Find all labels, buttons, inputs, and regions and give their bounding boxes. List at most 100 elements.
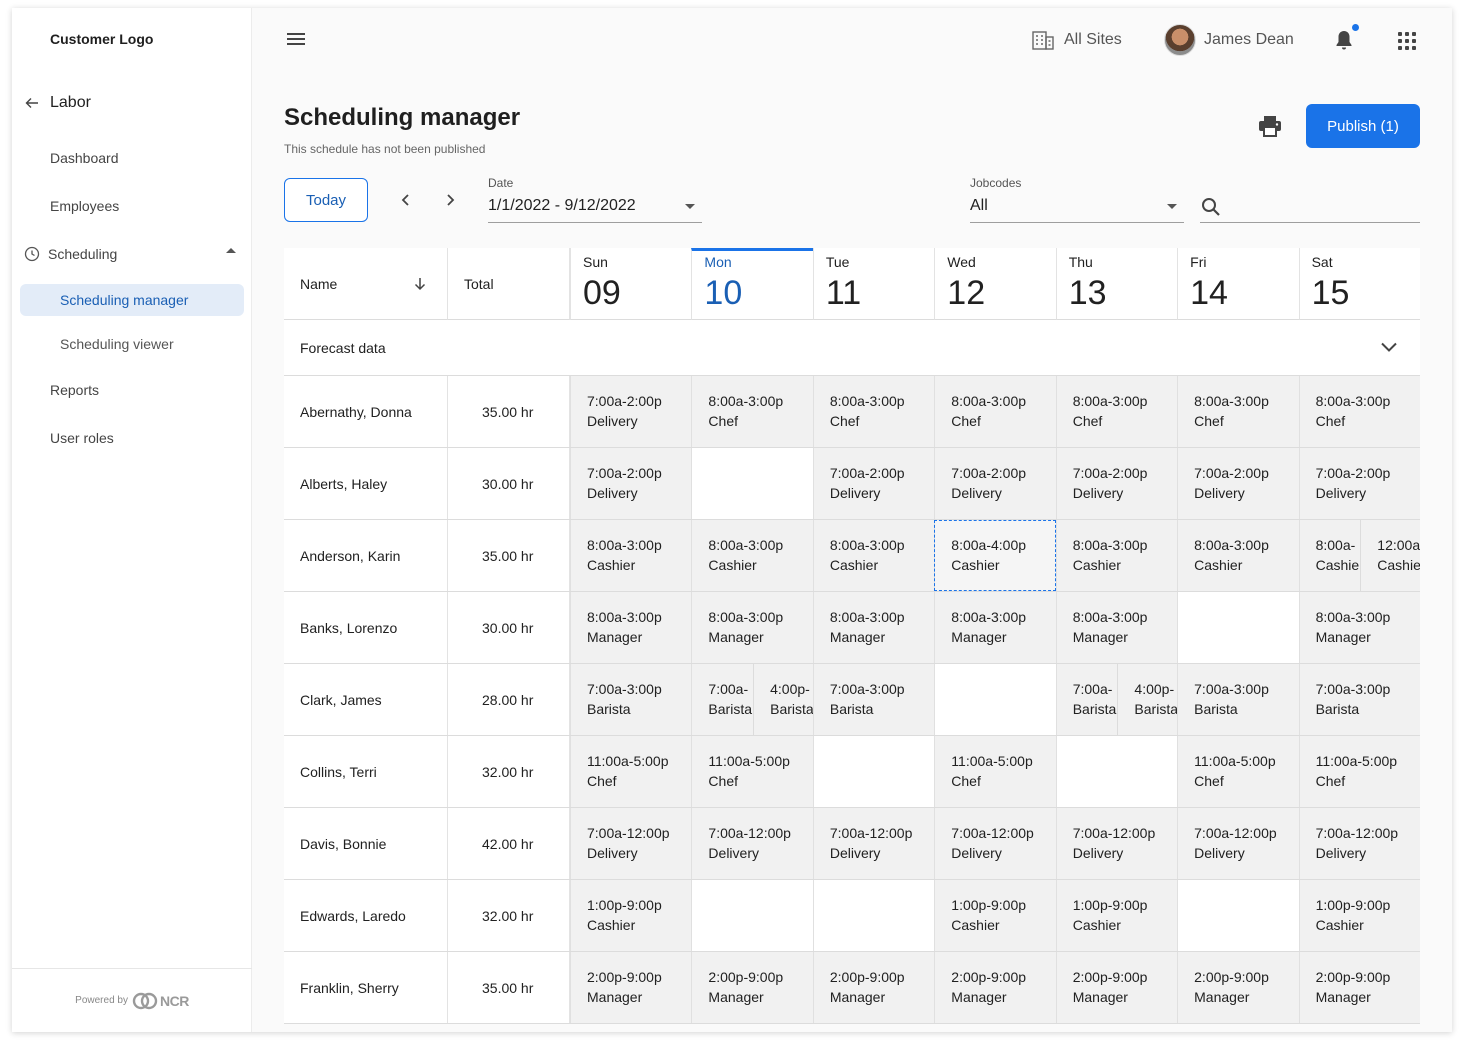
nav-scheduling-group[interactable]: Scheduling (24, 244, 244, 264)
empty-shift-cell[interactable] (1055, 736, 1178, 807)
empty-shift-cell[interactable] (812, 736, 935, 807)
day-header-tue[interactable]: Tue 11 (812, 248, 935, 320)
shift-cell[interactable]: 7:00a-12:00p Delivery (691, 808, 813, 879)
shift-block[interactable]: 7:00a-12:00p Delivery (1178, 808, 1298, 879)
nav-employees[interactable]: Employees (50, 198, 119, 214)
shift-cell[interactable]: 7:00a-2:00p Delivery (570, 376, 692, 447)
shift-cell[interactable]: 8:00a-3:00p Chef (934, 376, 1056, 447)
employee-name-cell[interactable]: Edwards, Laredo (284, 880, 448, 951)
shift-cell[interactable]: 8:00a-3:00p Cashier (1177, 520, 1299, 591)
shift-cell[interactable]: 1:00p-9:00p Cashier (934, 880, 1056, 951)
shift-block[interactable]: 8:00a- Cashie (1300, 520, 1361, 591)
nav-reports[interactable]: Reports (50, 382, 99, 398)
shift-block[interactable]: 7:00a-2:00p Delivery (814, 448, 934, 519)
employee-name-cell[interactable]: Banks, Lorenzo (284, 592, 448, 663)
day-header-wed[interactable]: Wed 12 (934, 248, 1056, 320)
day-header-sat[interactable]: Sat 15 (1298, 248, 1420, 320)
shift-cell[interactable]: 1:00p-9:00p Cashier (1298, 880, 1420, 951)
day-header-thu[interactable]: Thu 13 (1055, 248, 1178, 320)
shift-block[interactable]: 8:00a-3:00p Cashier (1178, 520, 1298, 591)
shift-cell[interactable]: 8:00a-3:00p Cashier (1055, 520, 1178, 591)
shift-cell[interactable]: 7:00a-12:00p Delivery (1177, 808, 1299, 879)
employee-name-cell[interactable]: Collins, Terri (284, 736, 448, 807)
shift-cell[interactable]: 2:00p-9:00p Manager (1177, 952, 1299, 1023)
search-input[interactable] (1200, 222, 1420, 223)
day-header-mon[interactable]: Mon 10 (691, 248, 813, 320)
empty-shift-cell[interactable] (691, 448, 813, 519)
shift-cell[interactable]: 8:00a-3:00p Manager (812, 592, 935, 663)
user-menu[interactable]: James Dean (1164, 24, 1294, 56)
shift-block[interactable]: 7:00a-2:00p Delivery (571, 376, 691, 447)
chevron-left-icon[interactable] (398, 192, 414, 208)
shift-block[interactable]: 1:00p-9:00p Cashier (571, 880, 691, 951)
name-column-header[interactable]: Name (284, 248, 448, 320)
shift-cell[interactable]: 8:00a-3:00p Manager (934, 592, 1056, 663)
shift-cell[interactable]: 7:00a-2:00p Delivery (1055, 448, 1178, 519)
shift-block[interactable]: 8:00a-3:00p Chef (1178, 376, 1298, 447)
employee-name-cell[interactable]: Alberts, Haley (284, 448, 448, 519)
jobcodes-select[interactable]: All (970, 197, 988, 215)
back-to-labor[interactable]: Labor (24, 92, 91, 114)
shift-block[interactable]: 7:00a-12:00p Delivery (571, 808, 691, 879)
shift-cell[interactable]: 7:00a-2:00p Delivery (1177, 448, 1299, 519)
nav-user-roles[interactable]: User roles (50, 430, 114, 446)
shift-cell[interactable]: 1:00p-9:00p Cashier (570, 880, 692, 951)
shift-block[interactable]: 8:00a-3:00p Manager (1300, 592, 1420, 663)
shift-block[interactable]: 11:00a-5:00p Chef (935, 736, 1055, 807)
shift-block[interactable]: 2:00p-9:00p Manager (1178, 952, 1298, 1023)
shift-cell[interactable]: 8:00a-3:00p Manager (570, 592, 692, 663)
shift-block[interactable]: 8:00a-3:00p Cashier (692, 520, 812, 591)
shift-cell[interactable]: 11:00a-5:00p Chef (570, 736, 692, 807)
shift-cell[interactable]: 8:00a-3:00p Chef (812, 376, 935, 447)
arrow-down-sort-icon[interactable] (412, 276, 428, 292)
shift-cell[interactable]: 8:00a-3:00p Manager (691, 592, 813, 663)
shift-cell[interactable]: 8:00a-3:00p Cashier (812, 520, 935, 591)
shift-block[interactable]: 1:00p-9:00p Cashier (935, 880, 1055, 951)
search-icon[interactable] (1200, 196, 1222, 218)
empty-shift-cell[interactable] (934, 664, 1056, 735)
empty-shift-cell[interactable] (812, 880, 935, 951)
shift-cell[interactable]: 7:00a- Barista 4:00p- Barista (691, 664, 813, 735)
shift-block[interactable]: 11:00a-5:00p Chef (1178, 736, 1298, 807)
shift-block[interactable]: 7:00a-2:00p Delivery (1300, 448, 1420, 519)
shift-cell[interactable]: 7:00a-2:00p Delivery (812, 448, 935, 519)
publish-button[interactable]: Publish (1) (1306, 104, 1420, 148)
shift-block[interactable]: 1:00p-9:00p Cashier (1300, 880, 1420, 951)
shift-cell[interactable]: 8:00a-3:00p Manager (1055, 592, 1178, 663)
shift-cell[interactable]: 7:00a-2:00p Delivery (1298, 448, 1420, 519)
empty-shift-cell[interactable] (691, 880, 813, 951)
shift-block[interactable]: 4:00p- Barista (1117, 664, 1177, 735)
shift-cell[interactable]: 11:00a-5:00p Chef (691, 736, 813, 807)
shift-cell[interactable]: 7:00a-3:00p Barista (1298, 664, 1420, 735)
employee-name-cell[interactable]: Franklin, Sherry (284, 952, 448, 1023)
shift-block[interactable]: 1:00p-9:00p Cashier (1057, 880, 1177, 951)
date-range-select[interactable]: 1/1/2022 - 9/12/2022 (488, 197, 636, 215)
shift-cell[interactable]: 7:00a-12:00p Delivery (812, 808, 935, 879)
shift-cell[interactable]: 7:00a- Barista 4:00p- Barista (1055, 664, 1178, 735)
shift-cell[interactable]: 8:00a-3:00p Chef (1177, 376, 1299, 447)
shift-cell[interactable]: 7:00a-12:00p Delivery (1298, 808, 1420, 879)
shift-block[interactable]: 12:00a Cashie (1360, 520, 1420, 591)
shift-block[interactable]: 7:00a-12:00p Delivery (935, 808, 1055, 879)
shift-block[interactable]: 8:00a-3:00p Chef (692, 376, 812, 447)
shift-block[interactable]: 4:00p- Barista (753, 664, 813, 735)
shift-cell[interactable]: 2:00p-9:00p Manager (1298, 952, 1420, 1023)
shift-block[interactable]: 8:00a-3:00p Chef (935, 376, 1055, 447)
apps-grid-icon[interactable] (1398, 32, 1416, 50)
shift-cell[interactable]: 2:00p-9:00p Manager (691, 952, 813, 1023)
shift-block[interactable]: 8:00a-3:00p Cashier (814, 520, 934, 591)
chevron-down-icon[interactable] (1380, 340, 1398, 354)
shift-cell[interactable]: 11:00a-5:00p Chef (1298, 736, 1420, 807)
shift-cell[interactable]: 8:00a-3:00p Chef (1055, 376, 1178, 447)
empty-shift-cell[interactable] (1177, 880, 1299, 951)
shift-block[interactable]: 7:00a-2:00p Delivery (1178, 448, 1298, 519)
shift-block[interactable]: 7:00a- Barista (692, 664, 753, 735)
shift-block[interactable]: 7:00a-12:00p Delivery (1057, 808, 1177, 879)
shift-block[interactable]: 8:00a-3:00p Chef (814, 376, 934, 447)
shift-block[interactable]: 8:00a-3:00p Manager (1057, 592, 1177, 663)
shift-block[interactable]: 8:00a-3:00p Manager (814, 592, 934, 663)
empty-shift-cell[interactable] (1177, 592, 1299, 663)
hamburger-menu-icon[interactable] (284, 30, 308, 50)
shift-cell[interactable]: 7:00a-2:00p Delivery (934, 448, 1056, 519)
shift-cell[interactable]: 7:00a-12:00p Delivery (570, 808, 692, 879)
